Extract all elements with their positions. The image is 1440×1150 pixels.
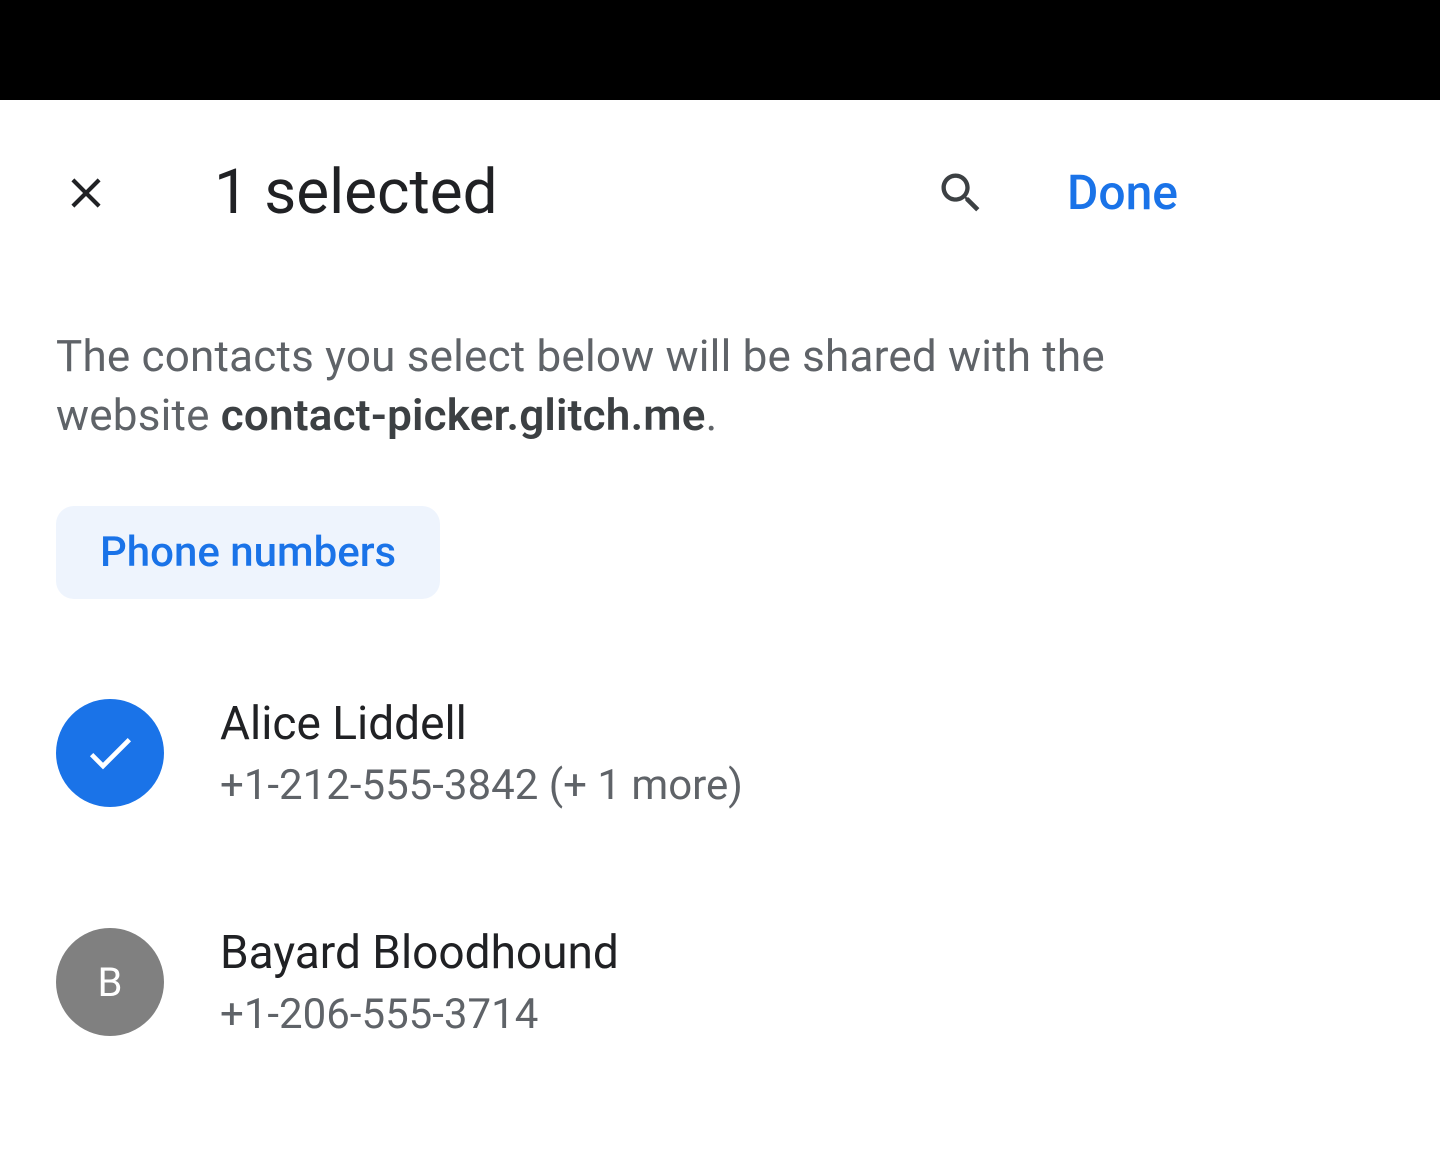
contact-row-bayard[interactable]: B Bayard Bloodhound +1-206-555-3714: [56, 898, 1184, 1067]
contact-name: Bayard Bloodhound: [220, 926, 619, 980]
header: 1 selected Done: [56, 100, 1184, 257]
contact-info: Bayard Bloodhound +1-206-555-3714: [220, 926, 619, 1039]
search-button[interactable]: [931, 163, 991, 223]
avatar: B: [56, 928, 164, 1036]
close-icon: [61, 168, 111, 218]
avatar-selected: [56, 699, 164, 807]
info-website: contact-picker.glitch.me: [221, 389, 706, 441]
contact-row-alice[interactable]: Alice Liddell +1-212-555-3842 (+ 1 more): [56, 669, 1184, 838]
contact-phone: +1-206-555-3714: [220, 990, 619, 1039]
info-text: The contacts you select below will be sh…: [56, 327, 1184, 446]
contact-info: Alice Liddell +1-212-555-3842 (+ 1 more): [220, 697, 743, 810]
contact-name: Alice Liddell: [220, 697, 743, 751]
content-wrap: 1 selected Done The contacts you select …: [0, 100, 1240, 1067]
close-button[interactable]: [56, 163, 116, 223]
contact-phone: +1-212-555-3842 (+ 1 more): [220, 761, 743, 810]
avatar-initial: B: [98, 959, 123, 1006]
search-icon: [935, 167, 987, 219]
contact-list: Alice Liddell +1-212-555-3842 (+ 1 more)…: [56, 669, 1184, 1067]
done-button[interactable]: Done: [1067, 164, 1184, 221]
phone-numbers-chip[interactable]: Phone numbers: [56, 506, 440, 599]
status-bar: [0, 0, 1440, 100]
header-title: 1 selected: [214, 156, 911, 229]
check-icon: [82, 725, 138, 781]
info-suffix: .: [706, 389, 718, 441]
